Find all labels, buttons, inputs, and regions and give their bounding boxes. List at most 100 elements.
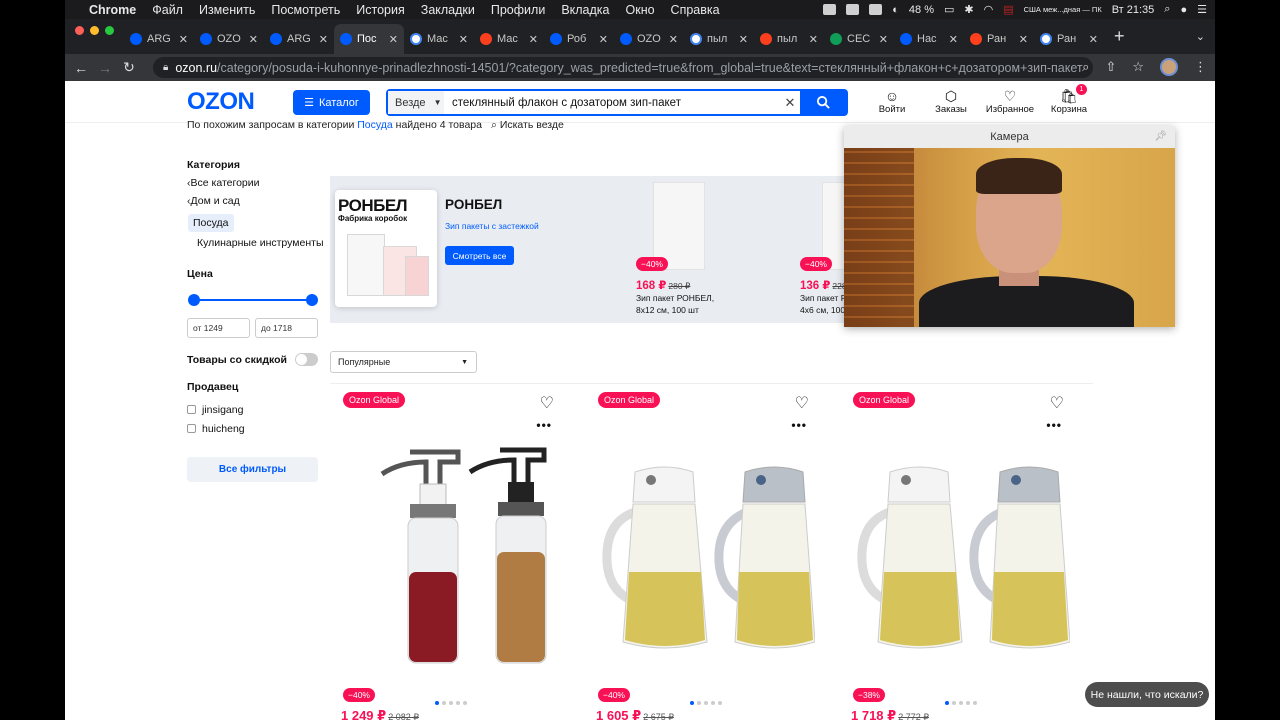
ozon-logo[interactable]: OZON [187, 88, 255, 116]
product-card[interactable]: Ozon Global ♡ ••• −40% 1 249 ₽2 082 ₽ [330, 392, 570, 720]
camera-window[interactable]: Камера 📌︎ [844, 126, 1175, 327]
clear-search-icon[interactable]: ✕ [780, 91, 800, 114]
login-button[interactable]: ☺ Войти [862, 88, 922, 115]
share-icon[interactable]: ⇧ [1105, 59, 1116, 75]
pin-icon[interactable]: 📌︎ [1154, 126, 1167, 148]
kebab-menu-icon[interactable]: ⋮ [1194, 59, 1207, 75]
favorite-heart-icon[interactable]: ♡ [540, 393, 554, 413]
close-tab-icon[interactable]: ✕ [599, 33, 608, 46]
minimize-window-button[interactable] [90, 25, 99, 35]
image-carousel-dots[interactable] [435, 701, 467, 705]
close-tab-icon[interactable]: ✕ [949, 33, 958, 46]
tab[interactable]: OZO ✕ [614, 24, 684, 54]
tab[interactable]: Мас ✕ [474, 24, 544, 54]
product-card[interactable]: Ozon Global ♡ ••• −40% 1 605 ₽2 675 ₽ [585, 392, 825, 720]
image-carousel-dots[interactable] [945, 701, 977, 705]
new-tab-button[interactable]: + [1104, 24, 1135, 54]
zoom-icon[interactable]: ⌕ [1082, 59, 1089, 75]
tab[interactable]: Ран ✕ [964, 24, 1034, 54]
banner-product-name[interactable]: Зип пакет Р 4x6 см, 100 [800, 292, 844, 316]
menu-bookmarks[interactable]: Закладки [413, 3, 483, 17]
more-options-icon[interactable]: ••• [791, 418, 807, 432]
tab[interactable]: пыл ✕ [684, 24, 754, 54]
user-icon[interactable]: ● [1180, 4, 1187, 16]
menu-edit[interactable]: Изменить [191, 3, 263, 17]
clock[interactable]: Вт 21:35 [1112, 4, 1155, 16]
all-filters-button[interactable]: Все фильтры [187, 457, 318, 482]
close-tab-icon[interactable]: ✕ [809, 33, 818, 46]
menu-history[interactable]: История [348, 3, 412, 17]
menu-tab[interactable]: Вкладка [553, 3, 617, 17]
category-cooking-tools[interactable]: Кулинарные инструменты [197, 237, 324, 249]
seller-checkbox-jinsigang[interactable] [187, 405, 196, 414]
menu-file[interactable]: Файл [144, 3, 191, 17]
all-categories-link[interactable]: ‹Все категории [187, 177, 259, 189]
search-scope-select[interactable]: Везде ▼ [388, 91, 444, 114]
close-tab-icon[interactable]: ✕ [249, 33, 258, 46]
menu-profiles[interactable]: Профили [483, 3, 553, 17]
tab[interactable]: OZO ✕ [194, 24, 264, 54]
banner-subtitle[interactable]: Зип пакеты с застежкой [445, 221, 539, 231]
close-tab-icon[interactable]: ✕ [669, 33, 678, 46]
tab[interactable]: Нас ✕ [894, 24, 964, 54]
close-tab-icon[interactable]: ✕ [459, 33, 468, 46]
close-tab-icon[interactable]: ✕ [1089, 33, 1098, 46]
product-image-dispenser-bottles[interactable] [340, 432, 560, 672]
close-tab-icon[interactable]: ✕ [529, 33, 538, 46]
favorite-heart-icon[interactable]: ♡ [1050, 393, 1064, 413]
tab[interactable]: Пос ✕ [334, 24, 404, 54]
close-tab-icon[interactable]: ✕ [319, 33, 328, 46]
close-tab-icon[interactable]: ✕ [739, 33, 748, 46]
chevron-down-icon[interactable]: ⌄ [1196, 30, 1205, 43]
status-app-icon[interactable] [823, 4, 837, 15]
similar-category-link[interactable]: Посуда [357, 119, 393, 131]
product-image-oil-bottles[interactable] [850, 432, 1070, 672]
lock-icon[interactable]: 🔒︎ [163, 62, 168, 73]
discount-toggle[interactable] [295, 353, 318, 366]
favorites-button[interactable]: ♡ Избранное [980, 88, 1040, 115]
close-tab-icon[interactable]: ✕ [879, 33, 888, 46]
not-found-help-chip[interactable]: Не нашли, что искали? [1085, 682, 1209, 707]
tab[interactable]: ARG ✕ [264, 24, 334, 54]
banner-brand-image[interactable]: РОНБЕЛ Фабрика коробок [335, 190, 437, 307]
search-input[interactable] [444, 91, 780, 114]
wifi-icon[interactable]: ◠ [984, 3, 994, 16]
zoom-window-button[interactable] [105, 25, 114, 35]
back-button[interactable]: ← [69, 60, 93, 76]
address-bar[interactable]: 🔒︎ ozon.ru/category/posuda-i-kuhonnye-pr… [153, 57, 1093, 78]
image-carousel-dots[interactable] [690, 701, 722, 705]
orders-button[interactable]: ⬡ Заказы [921, 88, 981, 115]
banner-product-name[interactable]: Зип пакет РОНБЕЛ, 8x12 см, 100 шт [636, 292, 786, 316]
price-min-handle[interactable] [188, 294, 200, 306]
close-tab-icon[interactable]: ✕ [389, 33, 398, 46]
menu-window[interactable]: Окно [618, 3, 663, 17]
menu-help[interactable]: Справка [663, 3, 728, 17]
close-window-button[interactable] [75, 25, 84, 35]
tab[interactable]: CEC ✕ [824, 24, 894, 54]
tab[interactable]: пыл ✕ [754, 24, 824, 54]
more-options-icon[interactable]: ••• [536, 418, 552, 432]
sort-select[interactable]: Популярные ▼ [330, 351, 477, 373]
app-menu[interactable]: Chrome [81, 3, 144, 17]
spotlight-icon[interactable]: ⌕ [1164, 3, 1170, 16]
more-options-icon[interactable]: ••• [1046, 418, 1062, 432]
product-image-oil-bottles[interactable] [595, 432, 815, 672]
control-center-icon[interactable]: ☰ [1197, 3, 1207, 16]
tab[interactable]: Роб ✕ [544, 24, 614, 54]
status-app-icon[interactable] [846, 4, 860, 15]
keyboard-layout[interactable]: США меж...дная — ПК [1024, 5, 1102, 14]
price-max-handle[interactable] [306, 294, 318, 306]
tab[interactable]: ARG ✕ [124, 24, 194, 54]
forward-button[interactable]: → [93, 60, 117, 76]
tab[interactable]: Ран ✕ [1034, 24, 1104, 54]
menu-view[interactable]: Посмотреть [263, 3, 348, 17]
banner-view-all-button[interactable]: Смотреть все [445, 246, 514, 265]
tab[interactable]: Мас ✕ [404, 24, 474, 54]
seller-checkbox-huicheng[interactable] [187, 424, 196, 433]
camera-titlebar[interactable]: Камера 📌︎ [844, 126, 1175, 148]
status-app-icon[interactable] [869, 4, 883, 15]
price-from-input[interactable]: от 1249 [187, 318, 250, 338]
product-card[interactable]: Ozon Global ♡ ••• −38% 1 718 ₽2 772 ₽ [840, 392, 1080, 720]
catalog-button[interactable]: ☰ Каталог [293, 90, 370, 115]
search-button[interactable] [800, 91, 846, 114]
